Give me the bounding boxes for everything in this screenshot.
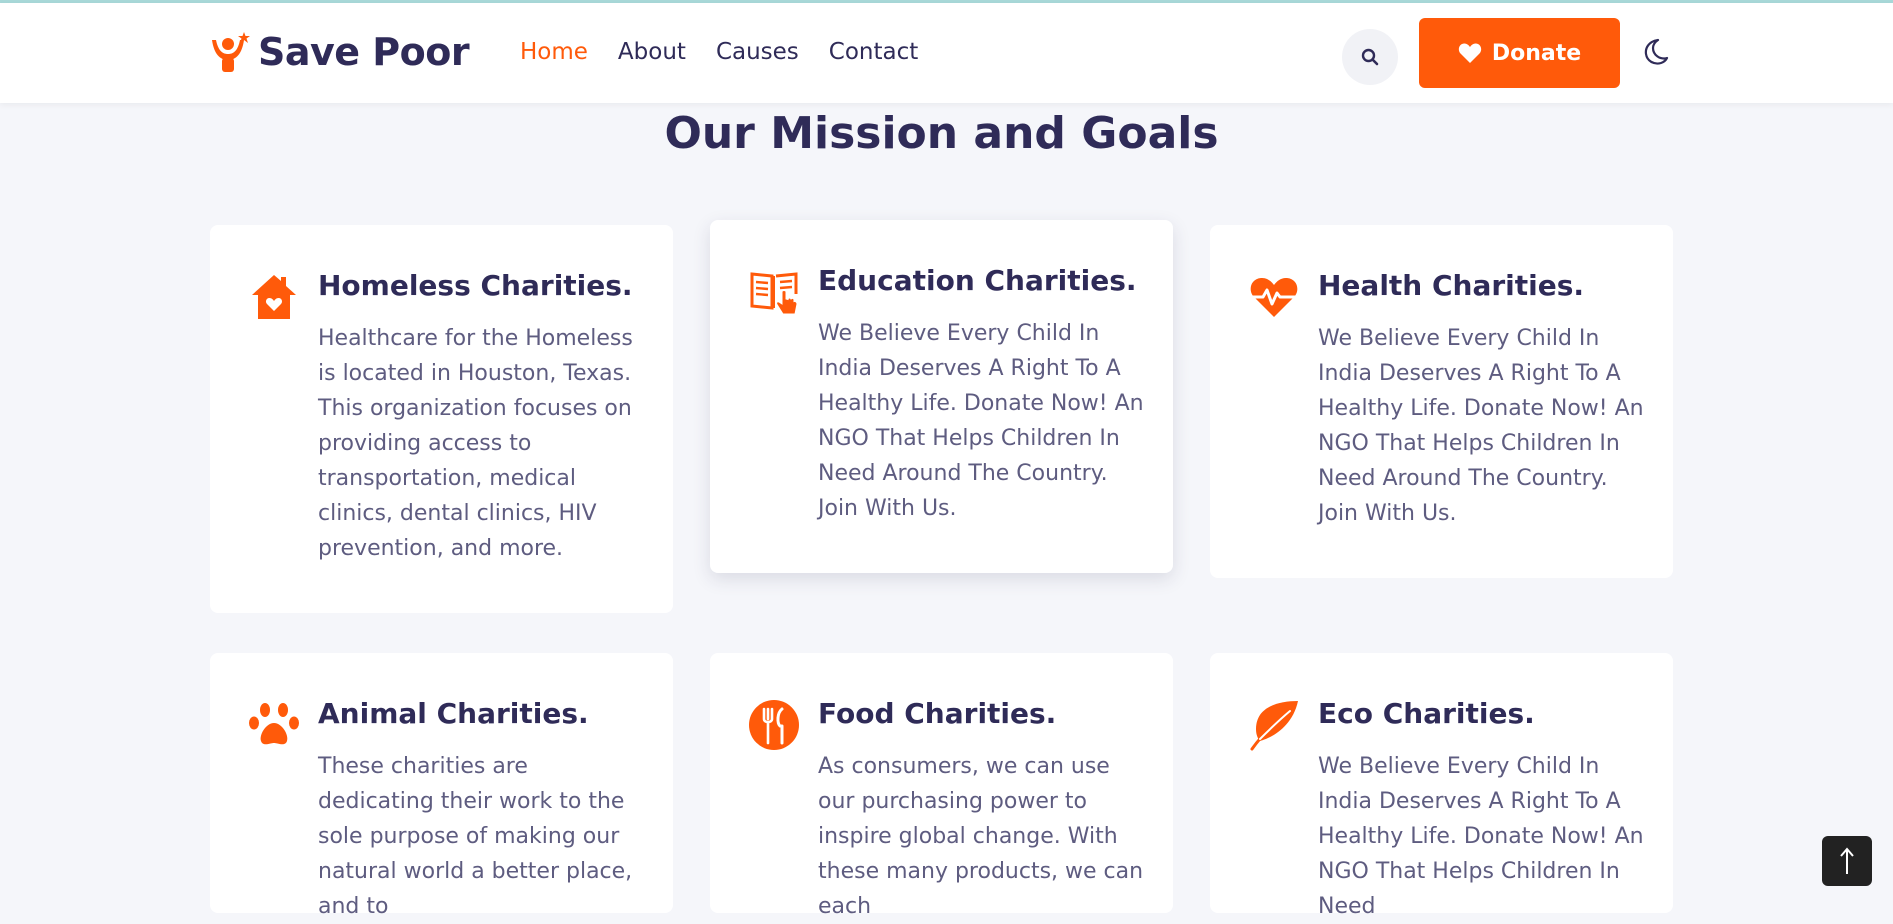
house-heart-icon — [252, 275, 296, 319]
logo-text: Save Poor — [258, 30, 470, 74]
donate-button[interactable]: Donate — [1419, 18, 1620, 88]
card-food-charities[interactable]: Food Charities. As consumers, we can use… — [710, 653, 1173, 919]
card-title: Animal Charities. — [318, 697, 589, 730]
card-text: We Believe Every Child In India Deserves… — [1318, 326, 1644, 526]
search-icon — [1361, 48, 1379, 66]
card-title: Food Charities. — [818, 697, 1057, 730]
card-title: Eco Charities. — [1318, 697, 1535, 730]
logo-icon — [212, 32, 250, 72]
card-eco-charities[interactable]: Eco Charities. We Believe Every Child In… — [1210, 653, 1673, 919]
card-title: Education Charities. — [818, 264, 1137, 297]
card-text: We Believe Every Child In India Deserves… — [1318, 754, 1644, 919]
card-title: Health Charities. — [1318, 269, 1585, 302]
donate-label: Donate — [1491, 40, 1582, 66]
leaf-icon — [1250, 701, 1298, 751]
book-hand-icon — [750, 272, 798, 315]
card-education-charities[interactable]: Education Charities. We Believe Every Ch… — [710, 220, 1173, 573]
paw-icon — [249, 703, 299, 745]
search-button[interactable] — [1342, 29, 1398, 85]
nav-about[interactable]: About — [618, 39, 686, 65]
card-health-charities[interactable]: Health Charities. We Believe Every Child… — [1210, 225, 1673, 578]
nav-home[interactable]: Home — [520, 39, 588, 65]
card-homeless-charities[interactable]: Homeless Charities. Healthcare for the H… — [210, 225, 673, 613]
nav-causes[interactable]: Causes — [716, 39, 799, 65]
card-title: Homeless Charities. — [318, 269, 633, 302]
card-text: As consumers, we can use our purchasing … — [818, 754, 1144, 919]
section-title: Our Mission and Goals — [664, 108, 1219, 159]
site-header: Save Poor Home About Causes Contact Dona… — [0, 3, 1893, 103]
scroll-to-top-button[interactable] — [1822, 836, 1872, 886]
fork-knife-icon — [749, 700, 799, 750]
logo[interactable]: Save Poor — [210, 30, 470, 74]
arrow-up-icon — [1840, 847, 1854, 874]
heart-icon — [1458, 43, 1481, 63]
moon-icon[interactable] — [1640, 37, 1670, 67]
nav-contact[interactable]: Contact — [829, 39, 918, 65]
heartbeat-icon — [1250, 277, 1300, 317]
main-nav: Home About Causes Contact — [520, 39, 918, 65]
card-animal-charities[interactable]: Animal Charities. These charities are de… — [210, 653, 673, 919]
card-text: Healthcare for the Homeless is located i… — [318, 326, 633, 561]
card-text: We Believe Every Child In India Deserves… — [818, 321, 1144, 521]
card-text: These charities are dedicating their wor… — [318, 754, 633, 919]
